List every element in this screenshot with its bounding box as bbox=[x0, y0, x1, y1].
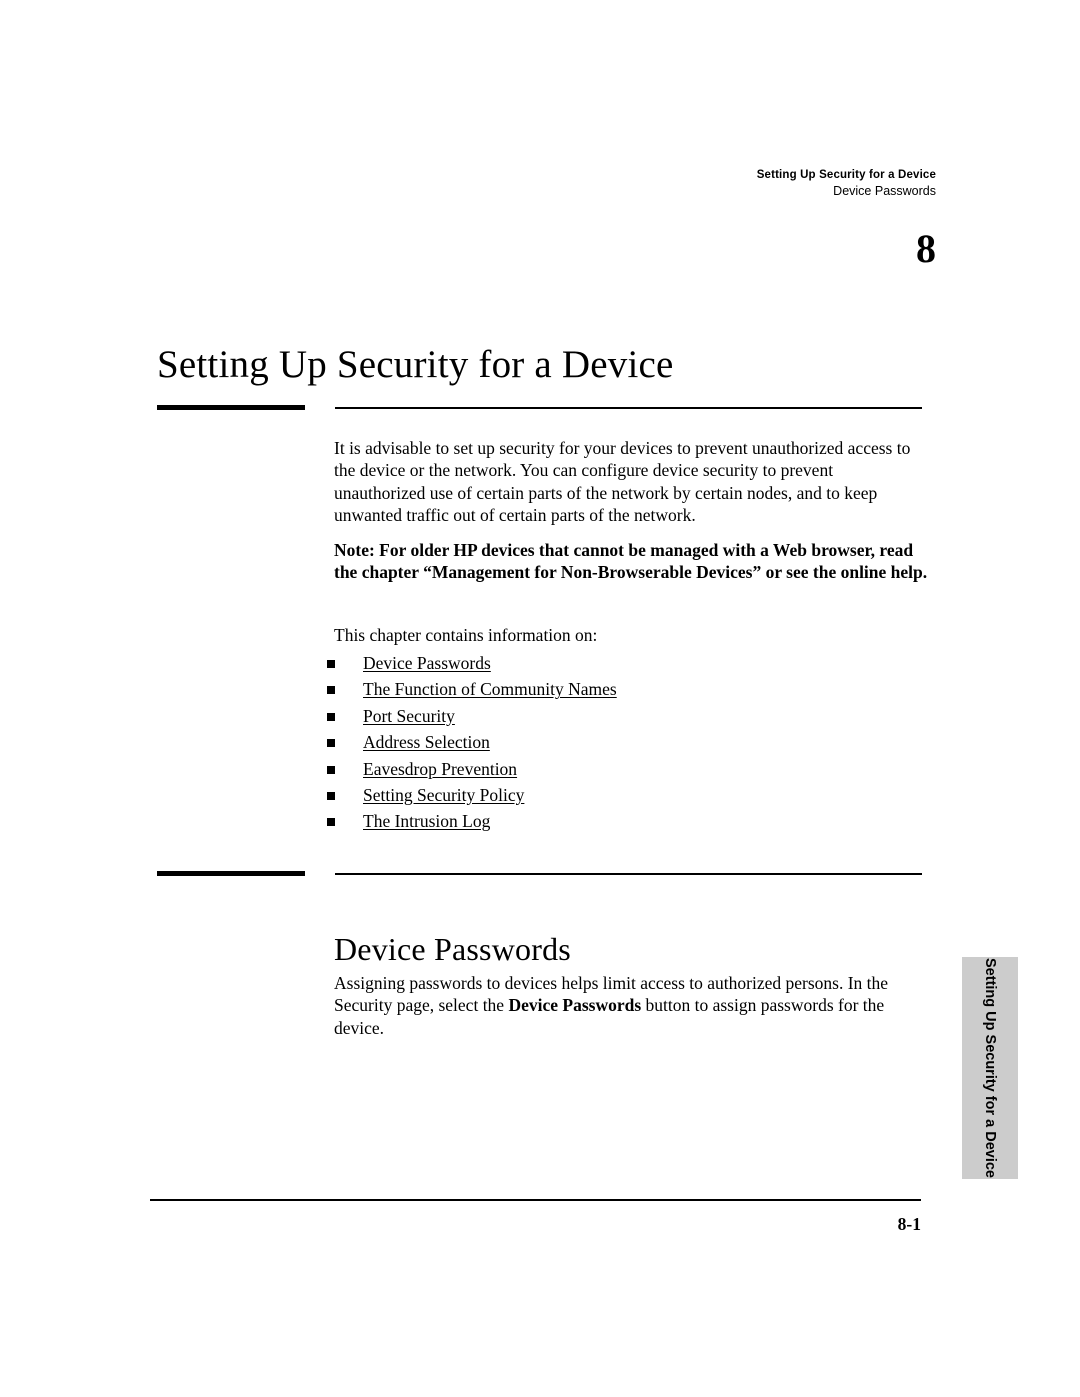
running-header-chapter-title: Setting Up Security for a Device bbox=[756, 169, 936, 181]
list-item[interactable]: The Function of Community Names bbox=[327, 676, 927, 702]
side-thumb-tab: Setting Up Security for a Device bbox=[962, 957, 1018, 1179]
list-item[interactable]: Eavesdrop Prevention bbox=[327, 756, 927, 782]
document-page: Setting Up Security for a Device Device … bbox=[0, 0, 1080, 1397]
section-paragraph: Assigning passwords to devices helps lim… bbox=[334, 972, 922, 1039]
side-thumb-tab-label: Setting Up Security for a Device bbox=[982, 958, 998, 1178]
running-header-section-title: Device Passwords bbox=[833, 184, 936, 198]
intro-paragraph: It is advisable to set up security for y… bbox=[334, 438, 911, 526]
list-item[interactable]: Port Security bbox=[327, 703, 927, 729]
chapter-contents-intro: This chapter contains information on: bbox=[334, 625, 598, 645]
divider-stub bbox=[157, 405, 305, 410]
square-bullet-icon bbox=[327, 791, 335, 800]
link-the-intrusion-log[interactable]: The Intrusion Log bbox=[363, 808, 490, 834]
link-port-security[interactable]: Port Security bbox=[363, 703, 455, 729]
divider-stub bbox=[157, 871, 305, 876]
square-bullet-icon bbox=[327, 739, 335, 748]
square-bullet-icon bbox=[327, 660, 335, 668]
square-bullet-icon bbox=[327, 765, 335, 774]
running-header: Setting Up Security for a Device Device … bbox=[0, 168, 936, 200]
divider-line bbox=[335, 872, 922, 875]
list-item[interactable]: Device Passwords bbox=[327, 650, 927, 676]
chapter-number: 8 bbox=[916, 226, 936, 271]
section-paragraph-bold-term: Device Passwords bbox=[508, 995, 642, 1016]
chapter-divider bbox=[157, 405, 922, 411]
chapter-contents-list: Device Passwords The Function of Communi… bbox=[327, 650, 927, 835]
page-number: 8-1 bbox=[897, 1214, 921, 1234]
section-divider bbox=[157, 871, 922, 877]
divider-line bbox=[335, 406, 922, 409]
link-the-function-of-community-names[interactable]: The Function of Community Names bbox=[363, 676, 617, 702]
list-item[interactable]: Address Selection bbox=[327, 729, 927, 755]
link-address-selection[interactable]: Address Selection bbox=[363, 729, 490, 755]
list-item[interactable]: The Intrusion Log bbox=[327, 808, 927, 834]
footer-divider bbox=[150, 1199, 921, 1201]
square-bullet-icon bbox=[327, 686, 335, 695]
link-device-passwords[interactable]: Device Passwords bbox=[363, 650, 491, 676]
square-bullet-icon bbox=[327, 712, 335, 721]
link-setting-security-policy[interactable]: Setting Security Policy bbox=[363, 782, 524, 808]
link-eavesdrop-prevention[interactable]: Eavesdrop Prevention bbox=[363, 756, 517, 782]
page-title: Setting Up Security for a Device bbox=[157, 343, 674, 387]
square-bullet-icon bbox=[327, 818, 335, 827]
note-paragraph: Note: For older HP devices that cannot b… bbox=[334, 540, 928, 583]
section-heading-device-passwords: Device Passwords bbox=[334, 930, 571, 967]
list-item[interactable]: Setting Security Policy bbox=[327, 782, 927, 808]
